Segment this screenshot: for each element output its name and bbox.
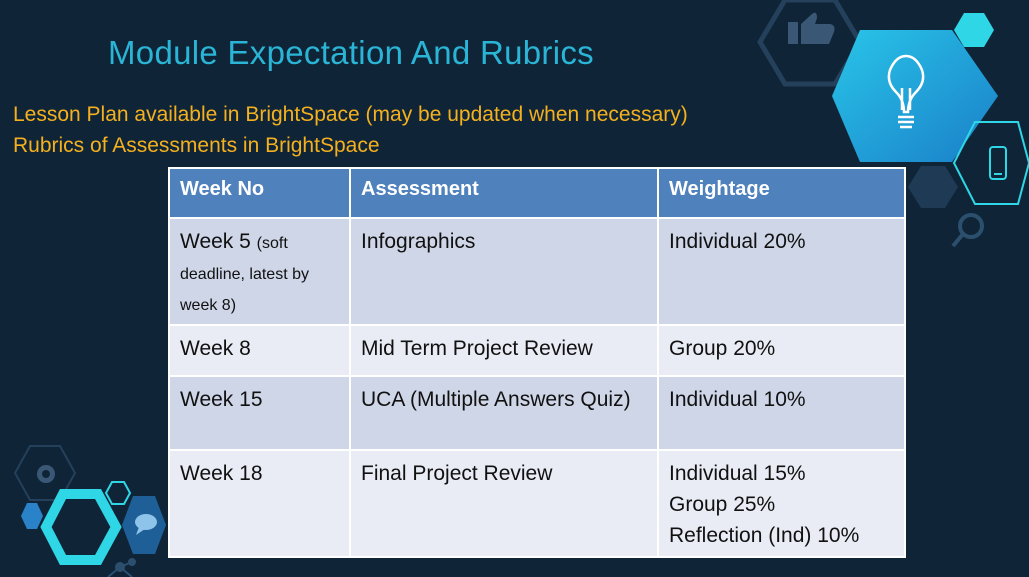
big-hexagon bbox=[832, 30, 998, 162]
bullet-rubrics: Rubrics of Assessments in BrightSpace bbox=[13, 134, 380, 157]
cell-week: Week 18 bbox=[168, 449, 351, 558]
cell-week: Week 5 (soft deadline, latest by week 8) bbox=[168, 217, 351, 326]
table-row: Week 5 (soft deadline, latest by week 8)… bbox=[168, 217, 906, 326]
cell-weightage: Individual 20% bbox=[657, 217, 906, 326]
weightage-line: Reflection (Ind) 10% bbox=[669, 524, 860, 547]
cell-week: Week 8 bbox=[168, 324, 351, 377]
cell-assessment: UCA (Multiple Answers Quiz) bbox=[349, 375, 659, 451]
cell-weightage: Group 20% bbox=[657, 324, 906, 377]
bullet-list: Lesson Plan available in BrightSpace (ma… bbox=[13, 99, 688, 161]
thick-cyan-hexagon bbox=[40, 489, 122, 565]
slide-title: Module Expectation And Rubrics bbox=[108, 34, 594, 71]
cell-weightage: Individual 15% Group 25% Reflection (Ind… bbox=[657, 449, 906, 558]
weightage-line: Group 25% bbox=[669, 493, 776, 516]
week-label: Week 5 bbox=[180, 230, 251, 253]
table-row: Week 15 UCA (Multiple Answers Quiz) Indi… bbox=[168, 375, 906, 451]
bullet-lesson-plan: Lesson Plan available in BrightSpace (ma… bbox=[13, 103, 688, 126]
slide: Module Expectation And Rubrics Lesson Pl… bbox=[0, 0, 1029, 577]
cell-assessment: Mid Term Project Review bbox=[349, 324, 659, 377]
cell-assessment: Final Project Review bbox=[349, 449, 659, 558]
cell-assessment: Infographics bbox=[349, 217, 659, 326]
tiny-cyan-hexagon bbox=[104, 481, 132, 505]
magnifier-icon bbox=[951, 213, 984, 248]
small-blue-hexagon bbox=[21, 503, 43, 529]
gear-icon bbox=[37, 465, 55, 483]
table-header-row: Week No Assessment Weightage bbox=[168, 167, 906, 219]
weightage-line: Individual 15% bbox=[669, 462, 806, 485]
header-assessment: Assessment bbox=[349, 167, 659, 219]
dark-hexagon bbox=[908, 166, 958, 208]
smartphone-icon bbox=[989, 146, 1007, 180]
cell-week: Week 15 bbox=[168, 375, 351, 451]
header-weightage: Weightage bbox=[657, 167, 906, 219]
table-row: Week 8 Mid Term Project Review Group 20% bbox=[168, 324, 906, 377]
cell-weightage: Individual 10% bbox=[657, 375, 906, 451]
header-week-no: Week No bbox=[168, 167, 351, 219]
table-row: Week 18 Final Project Review Individual … bbox=[168, 449, 906, 558]
network-icon bbox=[107, 558, 136, 577]
rubric-table: Week No Assessment Weightage Week 5 (sof… bbox=[168, 167, 906, 558]
